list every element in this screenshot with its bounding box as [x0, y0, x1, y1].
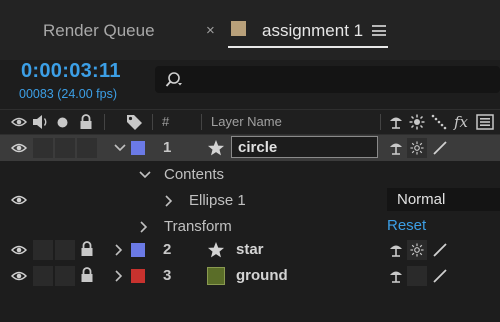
layer-number: 1	[163, 139, 172, 156]
contents-label: Contents	[164, 166, 225, 183]
column-divider	[380, 114, 381, 130]
chevron-right-icon[interactable]	[115, 270, 123, 282]
quality-slash-icon[interactable]	[432, 268, 448, 284]
layer-row-3[interactable]: 3 ground	[0, 263, 500, 289]
column-divider	[201, 114, 202, 130]
lock-icon[interactable]	[80, 267, 94, 283]
sun-icon	[410, 141, 424, 155]
quality-switch-icon[interactable]	[431, 114, 447, 130]
label-color-swatch[interactable]	[131, 141, 145, 155]
lock-icon[interactable]	[80, 241, 94, 257]
sun-icon	[410, 243, 424, 257]
star-icon	[208, 242, 224, 258]
shy-icon[interactable]	[388, 242, 404, 258]
chevron-down-icon[interactable]	[139, 171, 151, 179]
label-tag-icon[interactable]	[126, 114, 143, 130]
svg-text:fx: fx	[453, 113, 469, 131]
reset-link[interactable]: Reset	[387, 217, 426, 234]
label-color-swatch[interactable]	[131, 243, 145, 257]
chevron-down-icon[interactable]	[114, 144, 126, 152]
transform-row[interactable]: Transform Reset	[0, 213, 500, 239]
column-number-header[interactable]: #	[162, 114, 169, 129]
blend-mode-value: Normal	[397, 191, 446, 208]
chevron-right-icon[interactable]	[140, 221, 148, 233]
chevron-right-icon[interactable]	[165, 195, 173, 207]
eye-icon[interactable]	[11, 142, 27, 154]
quality-slash-icon[interactable]	[432, 140, 448, 156]
video-switch-icon[interactable]	[11, 116, 27, 128]
ellipse-row[interactable]: Ellipse 1 Normal	[0, 187, 500, 213]
column-layer-name-header[interactable]: Layer Name	[211, 114, 282, 129]
shy-switch-icon[interactable]	[388, 114, 404, 130]
label-color-swatch[interactable]	[131, 269, 145, 283]
audio-toggle[interactable]	[33, 266, 53, 286]
layer-row-2[interactable]: 2 star	[0, 237, 500, 263]
solo-toggle[interactable]	[55, 240, 75, 260]
transform-label: Transform	[164, 218, 232, 235]
shy-icon[interactable]	[388, 268, 404, 284]
audio-toggle[interactable]	[33, 138, 53, 158]
current-time-display[interactable]: 0:00:03:11	[21, 60, 121, 83]
frame-count-display: 00083 (24.00 fps)	[19, 87, 117, 101]
lock-switch-icon[interactable]	[79, 114, 93, 130]
solo-toggle[interactable]	[55, 138, 75, 158]
audio-switch-icon[interactable]	[32, 114, 50, 130]
chevron-right-icon[interactable]	[115, 244, 123, 256]
shy-icon[interactable]	[388, 140, 404, 156]
frame-blending-icon[interactable]	[476, 114, 494, 130]
audio-toggle[interactable]	[33, 240, 53, 260]
panel-menu-icon[interactable]	[372, 25, 386, 36]
ellipse-label: Ellipse 1	[189, 192, 246, 209]
column-header: # Layer Name fx	[0, 109, 500, 135]
eye-icon[interactable]	[11, 244, 27, 256]
lock-toggle[interactable]	[77, 138, 97, 158]
contents-row[interactable]: Contents	[0, 161, 500, 187]
effects-switch-icon[interactable]: fx	[453, 113, 471, 131]
collapse-transform-icon[interactable]	[409, 114, 425, 130]
layer-row-1[interactable]: 1 circle	[0, 135, 500, 161]
tab-render-queue[interactable]: Render Queue	[43, 21, 155, 41]
quality-slash-icon[interactable]	[432, 242, 448, 258]
collapse-toggle[interactable]	[407, 240, 427, 260]
composition-color-icon	[231, 21, 246, 36]
layer-name[interactable]: ground	[236, 267, 288, 284]
solo-switch-icon[interactable]	[57, 117, 68, 128]
layer-number: 3	[163, 267, 172, 284]
collapse-toggle[interactable]	[407, 138, 427, 158]
collapse-toggle[interactable]	[407, 266, 427, 286]
tab-assignment-1[interactable]: assignment 1	[262, 21, 363, 41]
column-divider	[152, 114, 153, 130]
blend-mode-select[interactable]: Normal	[387, 188, 500, 211]
layer-search-input[interactable]	[155, 66, 500, 93]
layer-number: 2	[163, 241, 172, 258]
close-tab-icon[interactable]: ×	[206, 22, 215, 39]
layer-name: circle	[238, 139, 278, 156]
eye-icon[interactable]	[11, 270, 27, 282]
eye-icon[interactable]	[11, 194, 27, 206]
search-icon	[165, 72, 182, 87]
tab-bar: Render Queue × assignment 1	[0, 0, 500, 60]
layer-name[interactable]: star	[236, 241, 264, 258]
solo-toggle[interactable]	[55, 266, 75, 286]
star-icon	[208, 140, 224, 156]
column-divider	[104, 114, 105, 130]
layer-name-edit-field[interactable]: circle	[231, 136, 378, 158]
active-tab-indicator	[228, 46, 388, 48]
solid-color-icon	[207, 267, 225, 285]
